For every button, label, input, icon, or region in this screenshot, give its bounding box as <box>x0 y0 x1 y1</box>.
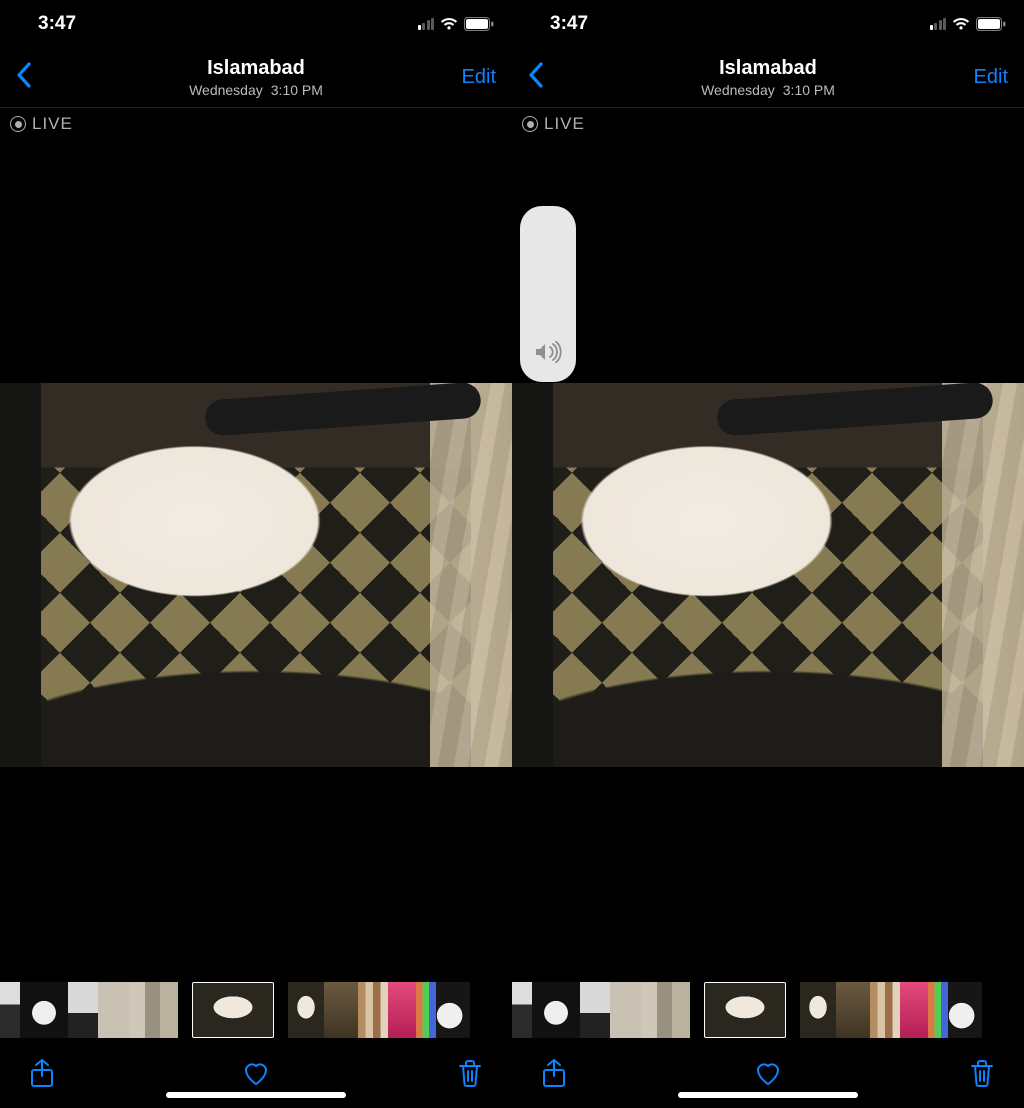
back-button[interactable] <box>16 76 32 93</box>
favorite-button[interactable] <box>754 1058 782 1088</box>
home-indicator[interactable] <box>166 1092 346 1098</box>
thumbnail[interactable] <box>672 982 690 1038</box>
location-title: Islamabad <box>572 57 964 80</box>
title-block: Islamabad Wednesday 3:10 PM <box>572 57 964 98</box>
thumbnail[interactable] <box>580 982 610 1038</box>
thumbnail[interactable] <box>0 982 20 1038</box>
subtitle-time: 3:10 PM <box>783 82 835 98</box>
photo-viewer[interactable] <box>0 108 512 982</box>
thumbnail-strip[interactable] <box>512 982 1024 1038</box>
thumbnail[interactable] <box>928 982 948 1038</box>
thumbnail[interactable] <box>532 982 580 1038</box>
thumbnail[interactable] <box>324 982 358 1038</box>
cellular-icon <box>418 18 435 30</box>
cellular-icon <box>930 18 947 30</box>
status-right <box>930 17 1007 31</box>
subtitle: Wednesday 3:10 PM <box>60 82 452 98</box>
delete-button[interactable] <box>968 1058 996 1088</box>
back-button[interactable] <box>528 76 544 93</box>
status-right <box>418 17 495 31</box>
status-time: 3:47 <box>38 13 76 35</box>
share-button[interactable] <box>28 1058 56 1088</box>
thumbnail[interactable] <box>948 982 982 1038</box>
thumbnail[interactable] <box>642 982 672 1038</box>
thumbnail-selected[interactable] <box>192 982 274 1038</box>
thumbnail[interactable] <box>610 982 642 1038</box>
thumbnail[interactable] <box>836 982 870 1038</box>
nav-header: Islamabad Wednesday 3:10 PM Edit <box>0 48 512 108</box>
screenshot-left: 3:47 Islamabad Wednesday 3:10 PM Edit <box>0 0 512 1108</box>
battery-icon <box>976 17 1006 31</box>
title-block: Islamabad Wednesday 3:10 PM <box>60 57 452 98</box>
screenshot-right: 3:47 Islamabad Wednesday 3:10 PM Edit <box>512 0 1024 1108</box>
status-bar: 3:47 <box>0 0 512 48</box>
thumbnail[interactable] <box>288 982 324 1038</box>
main-photo[interactable] <box>512 383 1024 767</box>
thumbnail[interactable] <box>900 982 928 1038</box>
thumbnail[interactable] <box>870 982 900 1038</box>
subtitle-time: 3:10 PM <box>271 82 323 98</box>
delete-button[interactable] <box>456 1058 484 1088</box>
photo-viewer[interactable] <box>512 108 1024 982</box>
thumbnail[interactable] <box>130 982 160 1038</box>
home-indicator[interactable] <box>678 1092 858 1098</box>
thumbnail-selected[interactable] <box>704 982 786 1038</box>
wifi-icon <box>952 17 970 31</box>
thumbnail[interactable] <box>98 982 130 1038</box>
edit-button[interactable]: Edit <box>964 66 1008 89</box>
status-time: 3:47 <box>550 13 588 35</box>
thumbnail[interactable] <box>416 982 436 1038</box>
main-photo[interactable] <box>0 383 512 767</box>
favorite-button[interactable] <box>242 1058 270 1088</box>
location-title: Islamabad <box>60 57 452 80</box>
thumbnail[interactable] <box>800 982 836 1038</box>
thumbnail[interactable] <box>20 982 68 1038</box>
nav-header: Islamabad Wednesday 3:10 PM Edit <box>512 48 1024 108</box>
thumbnail[interactable] <box>160 982 178 1038</box>
edit-button[interactable]: Edit <box>452 66 496 89</box>
subtitle-day: Wednesday <box>189 82 263 98</box>
thumbnail[interactable] <box>358 982 388 1038</box>
thumbnail[interactable] <box>68 982 98 1038</box>
thumbnail[interactable] <box>388 982 416 1038</box>
battery-icon <box>464 17 494 31</box>
wifi-icon <box>440 17 458 31</box>
thumbnail[interactable] <box>512 982 532 1038</box>
thumbnail-strip[interactable] <box>0 982 512 1038</box>
status-bar: 3:47 <box>512 0 1024 48</box>
share-button[interactable] <box>540 1058 568 1088</box>
subtitle: Wednesday 3:10 PM <box>572 82 964 98</box>
thumbnail[interactable] <box>436 982 470 1038</box>
subtitle-day: Wednesday <box>701 82 775 98</box>
